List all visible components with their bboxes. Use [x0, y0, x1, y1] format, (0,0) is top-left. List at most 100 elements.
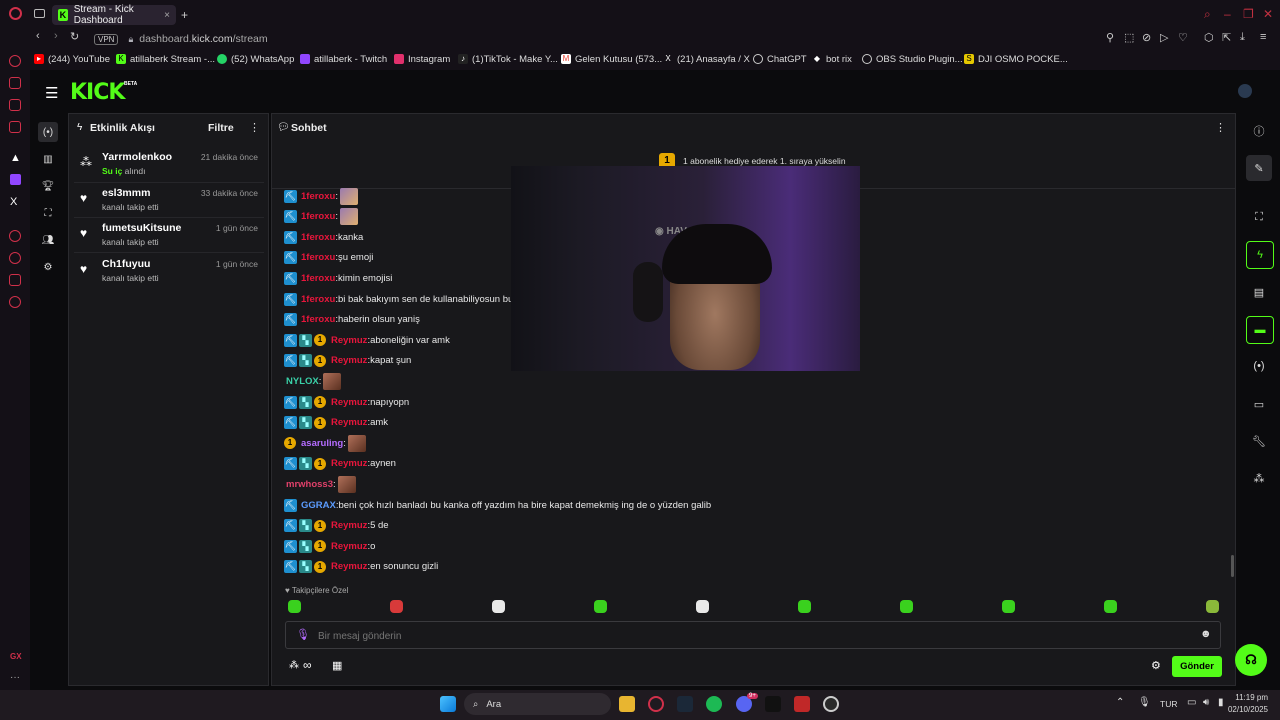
audio-app-icon[interactable] — [765, 696, 781, 712]
chat-input-box[interactable]: 🎙︎ ☻ — [285, 621, 1221, 649]
chat-username[interactable]: 1feroxu — [301, 314, 335, 325]
chat-emote[interactable] — [339, 208, 358, 226]
bookmark-instagram[interactable]: Instagram — [394, 52, 450, 66]
steam-icon[interactable] — [677, 696, 693, 712]
block-icon[interactable]: ⊘ — [1142, 31, 1151, 44]
clock-time[interactable]: 11:19 pm — [1226, 693, 1268, 702]
chat-more-icon[interactable]: ⋮ — [1215, 121, 1226, 134]
emote-3[interactable] — [492, 600, 505, 613]
tools-icon[interactable]: 🔧︎ — [1246, 428, 1272, 454]
chat-emote[interactable] — [339, 187, 358, 205]
layout-icon[interactable]: ▭ — [1246, 391, 1272, 417]
rail-trophy-icon[interactable]: 🏆︎ — [38, 176, 58, 196]
emote-8[interactable] — [1002, 600, 1015, 613]
emote-6[interactable] — [798, 600, 811, 613]
help-icon[interactable]: ☊ — [1235, 644, 1267, 676]
activity-event[interactable]: ♥ Ch1fuyuu 1 gün önce kanalı takip etti — [80, 258, 260, 292]
sidebar-messenger-icon[interactable] — [9, 99, 21, 111]
display-icon[interactable]: ▭ — [1187, 697, 1196, 708]
sidebar-home-icon[interactable] — [9, 55, 21, 67]
chat-message[interactable]: ⛏ 1feroxu: şu emoji — [284, 250, 373, 266]
chat-message[interactable]: mrwhoss3: — [284, 475, 356, 493]
download-icon[interactable]: ⤓ — [1240, 31, 1245, 44]
points-icon[interactable]: ⁂ — [1246, 465, 1272, 491]
extensions-icon[interactable]: ⬡ — [1204, 31, 1214, 44]
emoji-picker-icon[interactable]: ☻ — [1200, 628, 1212, 640]
tab-close-icon[interactable]: × — [164, 10, 170, 21]
rail-community-icon[interactable]: 👥︎ — [38, 230, 58, 250]
chat-message[interactable]: ⛏ ▚ 1 Reymuz: en sonuncu gizli — [284, 559, 438, 575]
info-icon[interactable]: ⓘ — [1246, 118, 1272, 144]
language-indicator[interactable]: TUR — [1160, 699, 1177, 709]
points-balance[interactable]: ∞ — [303, 658, 312, 672]
bookmark-dji[interactable]: S DJI OSMO POCKE... — [964, 52, 1068, 66]
sidebar-history-icon[interactable] — [9, 252, 21, 264]
rail-stream-icon[interactable]: (•) — [38, 122, 58, 142]
bookmark-whatsapp[interactable]: (52) WhatsApp — [217, 52, 294, 66]
pin-icon[interactable]: ⚲ — [1106, 31, 1114, 44]
channel-points-icon[interactable]: ⁂ — [289, 660, 299, 671]
chat-toggle-icon[interactable]: ▬ — [1246, 316, 1274, 344]
address-bar[interactable]: VPN 🔒︎ dashboard. kick.com/stream — [94, 31, 268, 47]
new-tab-button[interactable]: + — [181, 8, 188, 22]
chat-message[interactable]: ⛏ GGRAX: beni çok hızlı banladı bu kanka … — [284, 497, 711, 513]
chat-username[interactable]: Reymuz — [331, 458, 367, 469]
chat-username[interactable]: asaruling — [301, 438, 343, 449]
chat-message[interactable]: ⛏ 1feroxu: bi bak bakıyım sen de kullanab… — [284, 291, 521, 307]
bookmark-gmail[interactable]: M Gelen Kutusu (573... — [561, 52, 662, 66]
sidebar-x-icon[interactable]: X — [10, 196, 17, 208]
chat-settings-icon[interactable]: ⚙ — [1151, 659, 1161, 672]
hamburger-menu-icon[interactable]: ☰ — [45, 84, 58, 102]
chat-username[interactable]: Reymuz — [331, 541, 367, 552]
bookmark-x[interactable]: X (21) Anasayfa / X — [663, 52, 750, 66]
chat-message[interactable]: NYLOX: — [284, 372, 342, 390]
store-icon[interactable]: ▦ — [332, 659, 342, 672]
chat-username[interactable]: 1feroxu — [301, 252, 335, 263]
sidebar-twitch-icon[interactable] — [10, 174, 21, 185]
chat-message[interactable]: ⛏ 1feroxu: — [284, 187, 358, 205]
moderation-icon[interactable]: ⛶ — [1246, 204, 1272, 230]
quick-actions-icon[interactable]: ϟ — [1246, 241, 1274, 269]
emote-1[interactable] — [288, 600, 301, 613]
close-window-button[interactable]: ✕ — [1263, 7, 1273, 21]
chat-username[interactable]: 1feroxu — [301, 232, 335, 243]
player-icon[interactable]: ▷ — [1160, 31, 1168, 44]
share-icon[interactable]: ⇱ — [1222, 31, 1231, 44]
spotify-icon[interactable] — [706, 696, 722, 712]
forward-icon[interactable]: › — [54, 30, 58, 42]
rail-moderation-icon[interactable]: ⛶ — [38, 203, 58, 223]
activity-more-icon[interactable]: ⋮ — [249, 121, 260, 134]
chat-username[interactable]: Reymuz — [331, 397, 367, 408]
chat-emote[interactable] — [337, 475, 356, 493]
kick-logo[interactable]: KICK — [70, 80, 125, 105]
bookmark-botrix[interactable]: ◆ bot rix — [812, 52, 852, 66]
chat-message[interactable]: ⛏ ▚ 1 Reymuz: aynen — [284, 456, 396, 472]
bookmark-obs[interactable]: OBS Studio Plugin... — [862, 52, 963, 66]
chat-username[interactable]: 1feroxu — [301, 273, 335, 284]
stream-status-icon[interactable]: (•) — [1246, 353, 1272, 379]
send-button[interactable]: Gönder — [1172, 656, 1222, 677]
sidebar-settings-icon[interactable] — [9, 296, 21, 308]
windows-start-icon[interactable] — [440, 696, 456, 712]
bookmark-tiktok[interactable]: ♪ (1)TikTok - Make Y... — [458, 52, 558, 66]
chat-message[interactable]: ⛏ ▚ 1 Reymuz: aboneliğin var amk — [284, 332, 450, 348]
chat-username[interactable]: GGRAX — [301, 500, 336, 511]
chat-username[interactable]: mrwhoss3 — [286, 479, 333, 490]
chat-message[interactable]: ⛏ ▚ 1 Reymuz: amk — [284, 415, 388, 431]
activity-event[interactable]: ⁂ Yarrmolenkoo 21 dakika önce Su iç alın… — [80, 151, 260, 185]
emote-2[interactable] — [390, 600, 403, 613]
chat-username[interactable]: Reymuz — [331, 520, 367, 531]
bookmark-youtube[interactable]: ▸ (244) YouTube — [34, 52, 110, 66]
chat-message[interactable]: ⛏ 1feroxu: — [284, 208, 358, 226]
avatar[interactable] — [1238, 84, 1252, 98]
menu-icon[interactable]: ≡ — [1260, 31, 1266, 43]
browser-tab-active[interactable]: K Stream - Kick Dashboard × — [52, 4, 176, 26]
bookmark-chatgpt[interactable]: ChatGPT — [753, 52, 807, 66]
edit-icon[interactable]: ✎ — [1246, 155, 1272, 181]
bookmark-kick[interactable]: Katillaberk Stream -... — [116, 52, 215, 66]
volume-icon[interactable]: 🔊︎ — [1203, 697, 1209, 708]
chat-message-input[interactable] — [316, 627, 1180, 645]
sidebar-player-icon[interactable] — [9, 230, 21, 242]
chat-message[interactable]: ⛏ ▚ 1 Reymuz: kapat şun — [284, 353, 411, 369]
chat-message[interactable]: ⛏ ▚ 1 Reymuz: 5 de — [284, 518, 389, 534]
